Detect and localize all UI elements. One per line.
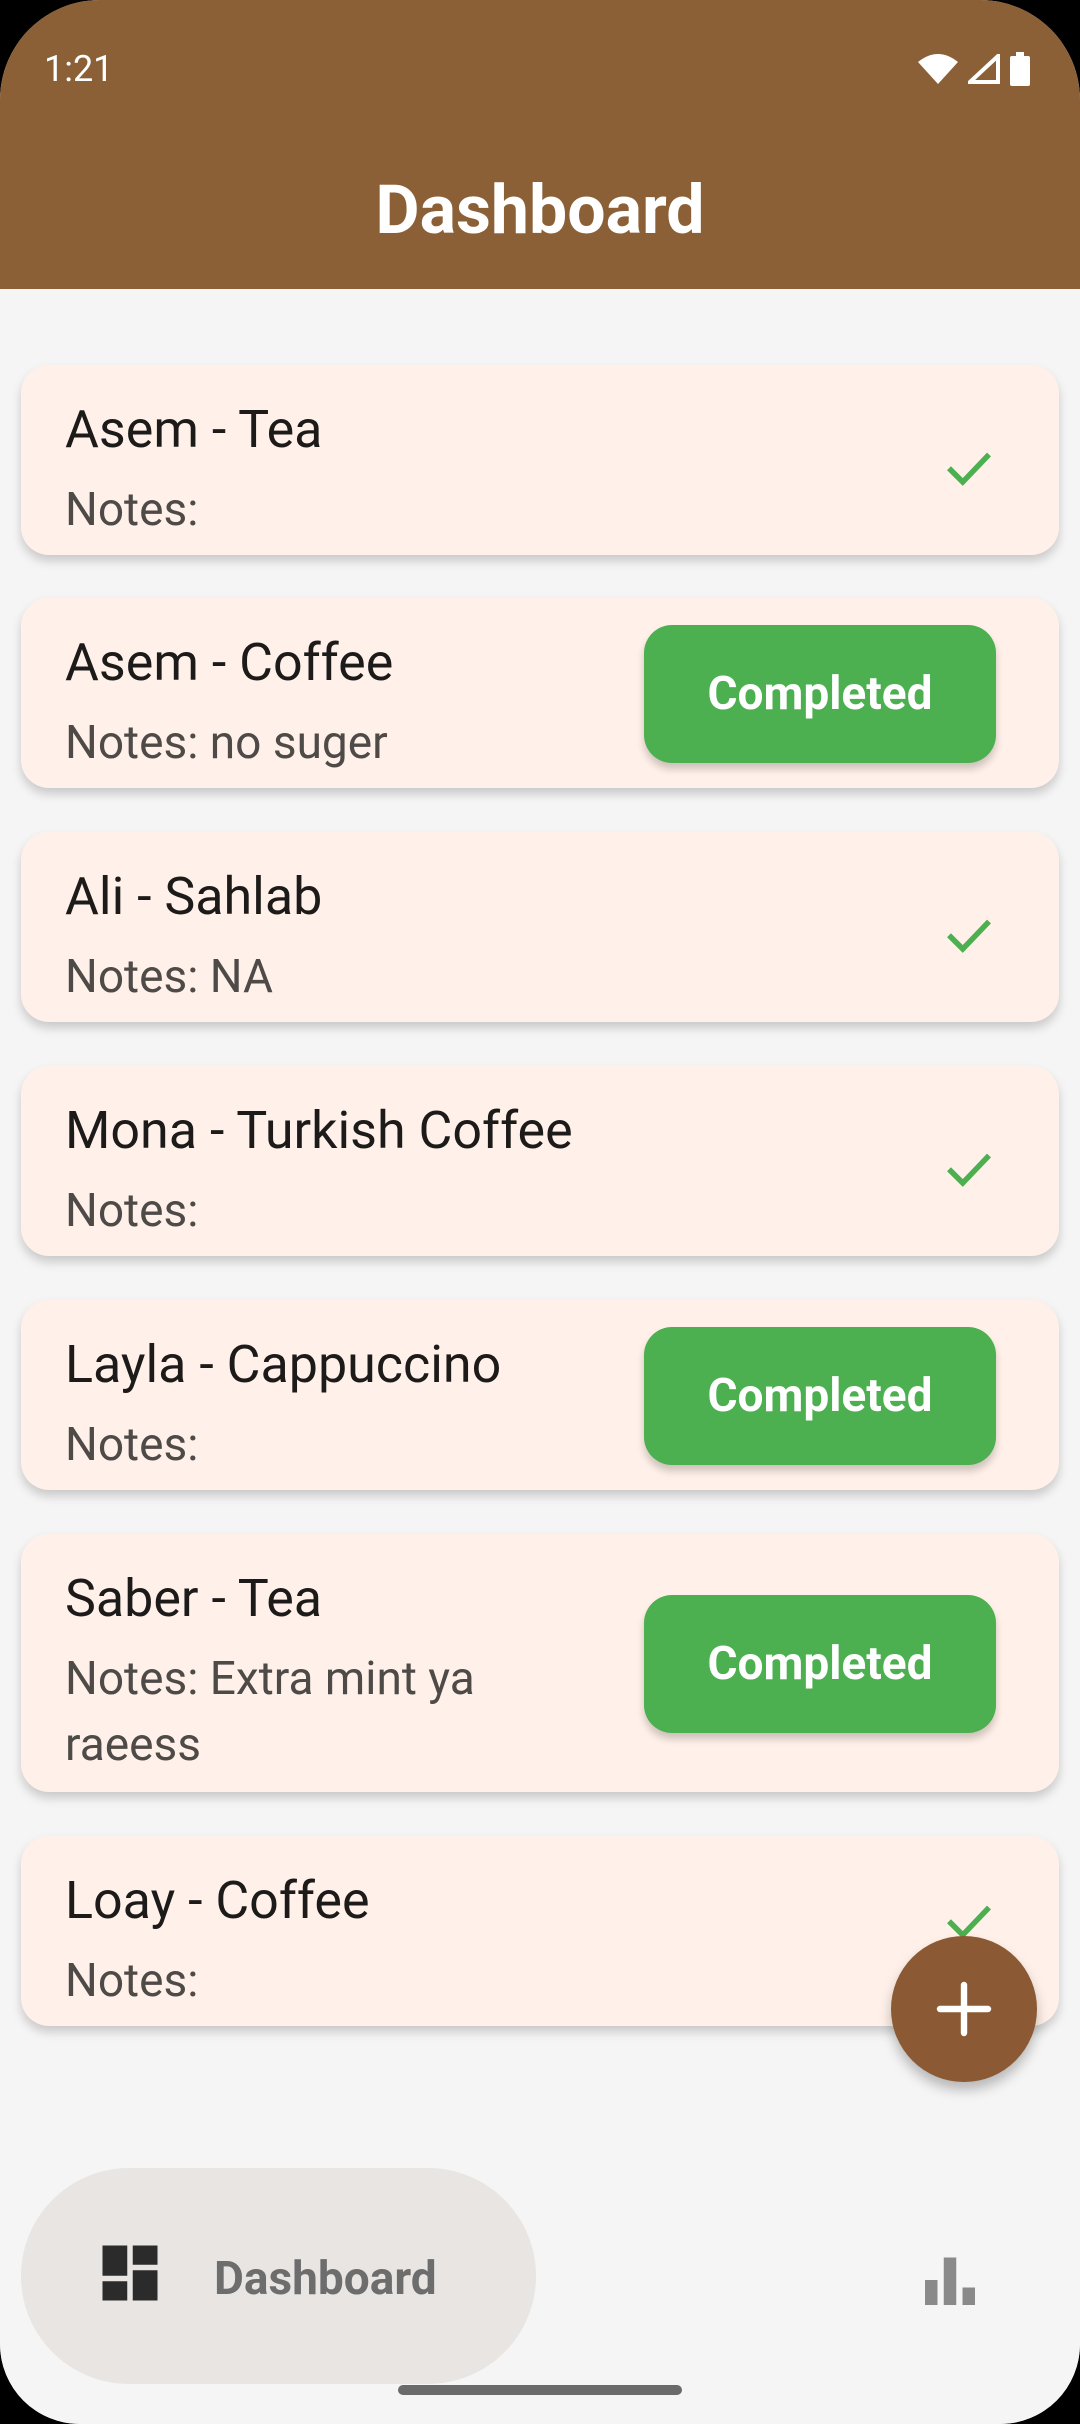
completed-button[interactable]: Completed bbox=[644, 625, 996, 763]
bar-chart-icon[interactable] bbox=[920, 2250, 980, 2310]
app-bar: 1:21 Dashboard bbox=[0, 0, 1080, 289]
order-card[interactable]: Mona - Turkish Coffee Notes: bbox=[21, 1066, 1059, 1256]
nav-item-dashboard[interactable]: Dashboard bbox=[21, 2168, 536, 2384]
check-icon bbox=[947, 919, 991, 953]
order-notes: Notes: NA bbox=[65, 950, 274, 1004]
plus-icon bbox=[936, 1981, 992, 2037]
order-name: Saber - Tea bbox=[65, 1568, 323, 1629]
order-card[interactable]: Layla - Cappuccino Notes: Completed bbox=[21, 1300, 1059, 1490]
order-notes: Notes: bbox=[65, 1418, 199, 1472]
add-order-fab[interactable] bbox=[891, 1936, 1037, 2082]
order-notes-line: Notes: Extra mint ya bbox=[65, 1652, 475, 1706]
status-icons bbox=[918, 52, 1030, 86]
dashboard-icon bbox=[102, 2245, 158, 2301]
completed-button[interactable]: Completed bbox=[644, 1595, 996, 1733]
screen: 1:21 Dashboard Asem - Tea Notes: Asem - … bbox=[0, 0, 1080, 2424]
check-icon bbox=[947, 452, 991, 486]
order-notes-line: raeess bbox=[65, 1718, 201, 1772]
order-notes: Notes: bbox=[65, 1954, 199, 2008]
completed-button[interactable]: Completed bbox=[644, 1327, 996, 1465]
page-title: Dashboard bbox=[375, 170, 705, 250]
nav-item-label: Dashboard bbox=[214, 2252, 437, 2306]
order-name: Ali - Sahlab bbox=[65, 866, 323, 927]
status-time: 1:21 bbox=[44, 48, 114, 90]
home-indicator[interactable] bbox=[398, 2385, 682, 2395]
wifi-icon bbox=[918, 54, 958, 84]
order-name: Asem - Coffee bbox=[65, 632, 394, 693]
battery-icon bbox=[1010, 52, 1030, 86]
order-name: Loay - Coffee bbox=[65, 1870, 370, 1931]
order-card[interactable]: Ali - Sahlab Notes: NA bbox=[21, 832, 1059, 1022]
order-card[interactable]: Asem - Tea Notes: bbox=[21, 365, 1059, 555]
order-name: Mona - Turkish Coffee bbox=[65, 1100, 573, 1161]
order-card[interactable]: Asem - Coffee Notes: no suger Completed bbox=[21, 598, 1059, 788]
bottom-navigation: Dashboard bbox=[0, 2140, 1080, 2424]
order-notes: Notes: no suger bbox=[65, 716, 388, 770]
check-icon bbox=[947, 1153, 991, 1187]
signal-icon bbox=[968, 54, 1000, 84]
order-card[interactable]: Saber - Tea Notes: Extra mint ya raeess … bbox=[21, 1534, 1059, 1792]
order-name: Layla - Cappuccino bbox=[65, 1334, 502, 1395]
order-name: Asem - Tea bbox=[65, 399, 323, 460]
order-notes: Notes: bbox=[65, 1184, 199, 1238]
order-notes: Notes: bbox=[65, 483, 199, 537]
order-notes: Notes: Extra mint ya raeess bbox=[65, 1646, 475, 1778]
